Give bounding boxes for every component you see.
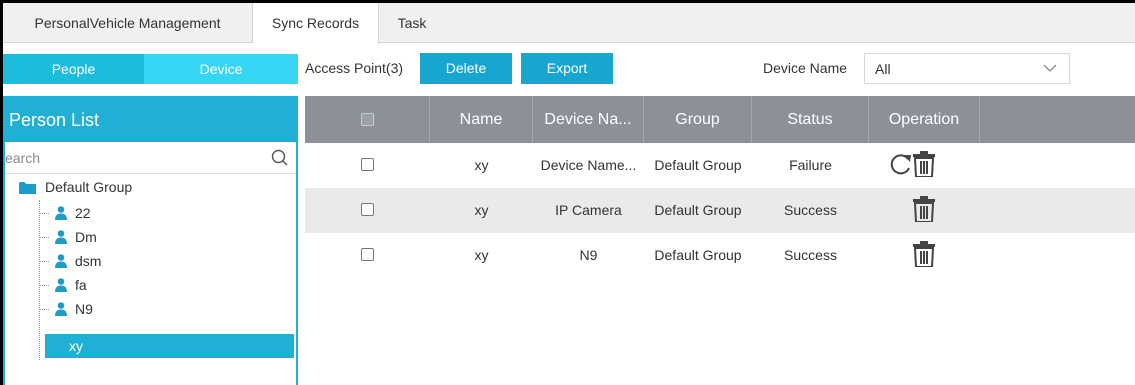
cell-name: xy: [474, 247, 489, 263]
export-button[interactable]: Export: [521, 53, 613, 84]
search-box: [5, 142, 296, 174]
tree-group-label: Default Group: [45, 179, 133, 195]
row-checkbox[interactable]: [361, 157, 374, 171]
segment-device[interactable]: Device: [144, 54, 298, 84]
tree-item-label: N9: [75, 301, 93, 317]
tree-item-22[interactable]: 22: [39, 201, 292, 225]
tab-personal-vehicle-management[interactable]: PersonalVehicle Management: [3, 3, 253, 43]
trash-icon[interactable]: [913, 196, 935, 222]
tree-item-dsm[interactable]: dsm: [39, 249, 292, 273]
delete-button[interactable]: Delete: [420, 53, 512, 84]
person-icon: [55, 230, 67, 244]
cell-device-name: IP Camera: [555, 202, 622, 218]
cell-operation: [869, 188, 980, 233]
select-all-checkbox[interactable]: [360, 113, 374, 127]
tree-item-fa[interactable]: fa: [39, 273, 292, 297]
header-select-all[interactable]: [305, 96, 430, 143]
table-row: xy N9 Default Group Success: [305, 233, 1135, 278]
column-header-operation: Operation: [869, 96, 980, 143]
tree-connector: [39, 261, 49, 262]
column-header-device-name: Device Na...: [533, 96, 644, 143]
table-header: Name Device Na... Group Status Operation: [305, 96, 1135, 143]
row-checkbox[interactable]: [361, 247, 374, 261]
row-checkbox-cell: [305, 188, 430, 233]
person-list-title: Person List: [5, 98, 296, 142]
cell-name: xy: [474, 157, 489, 173]
person-list-panel: Person List Default Group 22 Dm: [3, 96, 298, 385]
tree-item-label: xy: [69, 338, 83, 354]
device-name-select-value: All: [875, 61, 891, 77]
trash-icon[interactable]: [913, 151, 935, 177]
tree-connector: [39, 213, 49, 214]
cell-name: xy: [474, 202, 489, 218]
person-icon: [55, 254, 67, 268]
table-row: xy Device Name... Default Group Failure: [305, 143, 1135, 188]
row-checkbox-cell: [305, 233, 430, 278]
table-row: xy IP Camera Default Group Success: [305, 188, 1135, 233]
row-checkbox-cell: [305, 143, 430, 188]
search-input[interactable]: [5, 142, 260, 173]
tree-item-label: 22: [75, 205, 91, 221]
column-header-group: Group: [644, 96, 752, 143]
folder-icon: [19, 182, 36, 194]
tree-item-xy[interactable]: xy: [45, 334, 294, 358]
tree-item-label: fa: [75, 277, 87, 293]
person-icon: [55, 278, 67, 292]
search-icon[interactable]: [271, 149, 288, 166]
segment-people[interactable]: People: [3, 54, 144, 84]
device-name-select[interactable]: All: [864, 53, 1070, 84]
tab-sync-records[interactable]: Sync Records: [253, 3, 379, 44]
tree-connector: [39, 237, 49, 238]
cell-device-name: Device Name...: [540, 157, 637, 173]
tree-connector: [39, 309, 49, 310]
cell-status: Success: [784, 202, 837, 218]
device-name-label: Device Name: [763, 60, 848, 76]
cell-status: Failure: [789, 157, 832, 173]
tab-bar: PersonalVehicle Management Sync Records …: [3, 3, 1135, 44]
cell-status: Success: [784, 247, 837, 263]
tree-item-dm[interactable]: Dm: [39, 225, 292, 249]
cell-operation: [869, 143, 980, 188]
tree-item-n9[interactable]: N9: [39, 297, 292, 321]
tree-item-label: dsm: [75, 253, 102, 269]
tree-item-label: Dm: [75, 229, 97, 245]
cell-group: Default Group: [654, 247, 742, 263]
person-icon: [55, 302, 67, 316]
refresh-icon[interactable]: [890, 153, 912, 175]
tree-connector: [39, 285, 49, 286]
access-point-label: Access Point(3): [305, 60, 404, 76]
tab-task[interactable]: Task: [379, 3, 445, 43]
column-header-name: Name: [430, 96, 533, 143]
cell-operation: [869, 233, 980, 278]
person-icon: [55, 206, 67, 220]
column-header-status: Status: [752, 96, 869, 143]
cell-group: Default Group: [654, 157, 742, 173]
trash-icon[interactable]: [913, 241, 935, 267]
row-checkbox[interactable]: [361, 202, 374, 216]
chevron-down-icon: [1043, 64, 1057, 72]
cell-group: Default Group: [654, 202, 742, 218]
cell-device-name: N9: [579, 247, 598, 263]
